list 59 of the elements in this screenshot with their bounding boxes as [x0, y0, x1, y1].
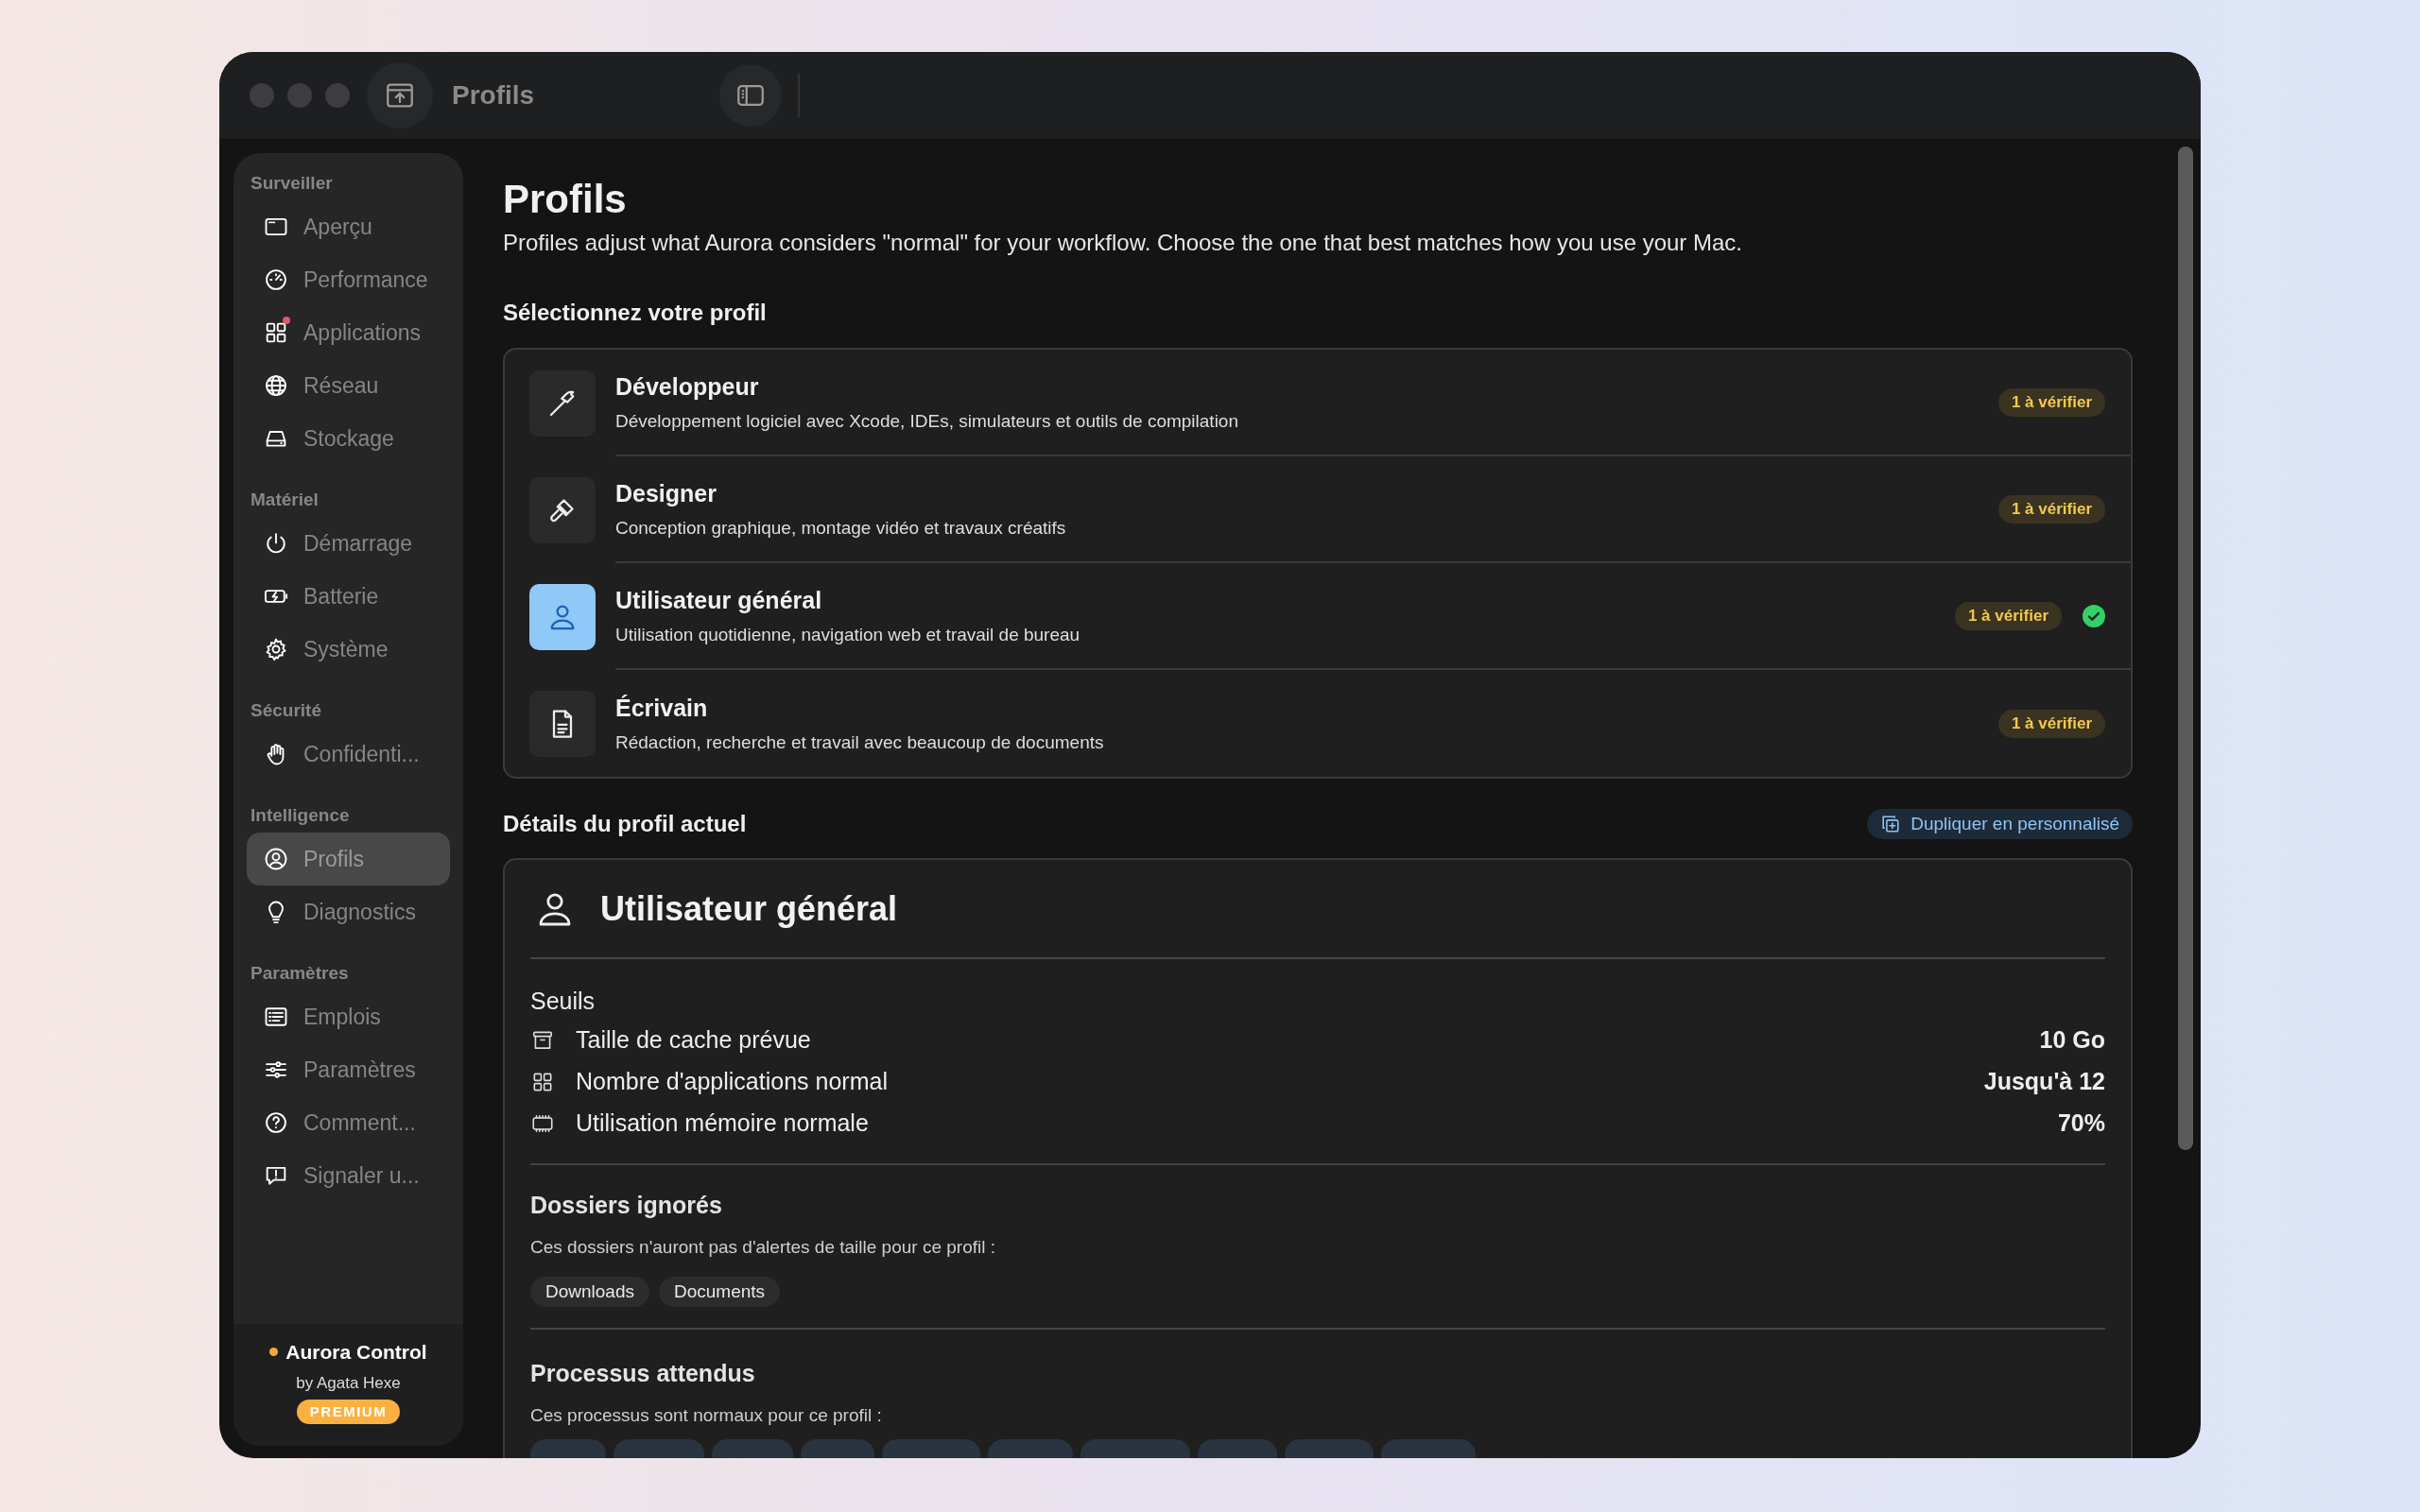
- sidebar-section-title: Sécurité: [251, 698, 321, 722]
- page-title: Profils: [503, 176, 628, 223]
- threshold-value: 70%: [2057, 1108, 2105, 1138]
- sidebar-item[interactable]: Paramètres: [247, 1043, 450, 1096]
- sidebar-item[interactable]: Système: [247, 623, 450, 676]
- sidebar-item[interactable]: Applications: [247, 306, 450, 359]
- profile-name: Développeur: [615, 371, 760, 402]
- section-heading: Sélectionnez votre profil: [503, 299, 768, 327]
- sidebar-section-title: Surveiller: [251, 171, 333, 195]
- sidebar-item[interactable]: Batterie: [247, 570, 450, 623]
- profile-name: Utilisateur général: [615, 585, 823, 615]
- sidebar-section-title: Intelligence: [251, 803, 350, 827]
- profile-row[interactable]: Utilisateur général Utilisation quotidienne, navigation web et travail de bureau 1 à vérifier: [505, 563, 2131, 670]
- page-subtitle: Profiles adjust what Aurora considers "normal" for your workflow. Choose the one that best matches how you use your Mac.: [503, 229, 1743, 257]
- profile-description: Utilisation quotidienne, navigation web et travail de bureau: [615, 624, 1081, 646]
- threshold-label: Nombre d'applications normal: [576, 1066, 889, 1096]
- sidebar-item[interactable]: Comment...: [247, 1096, 450, 1149]
- sidebar-section-title: Paramètres: [251, 961, 349, 985]
- profile-name: Écrivain: [615, 693, 709, 723]
- sidebar-item[interactable]: Confidenti...: [247, 728, 450, 781]
- profile-description: Développement logiciel avec Xcode, IDEs, simulateurs et outils de compilation: [615, 410, 1239, 433]
- folder-tag: Downloads: [530, 1276, 649, 1307]
- window-title: Profils: [452, 79, 535, 112]
- subsection-heading: Dossiers ignorés: [530, 1190, 723, 1220]
- profile-row[interactable]: Designer Conception graphique, montage vidéo et travaux créatifs 1 à vérifier: [505, 456, 2131, 563]
- section-heading: Détails du profil actuel: [503, 810, 747, 838]
- subsection-heading: Seuils: [530, 987, 596, 1016]
- app-name: Aurora Control: [285, 1340, 427, 1365]
- threshold-label: Taille de cache prévue: [576, 1024, 812, 1055]
- sidebar-item[interactable]: Aperçu: [247, 200, 450, 253]
- sidebar-item[interactable]: Profils: [247, 833, 450, 885]
- folder-tag: Documents: [659, 1276, 781, 1307]
- subsection-description: Ces dossiers n'auront pas d'alertes de taille pour ce profil :: [530, 1236, 996, 1259]
- profile-name: Designer: [615, 478, 717, 508]
- profile-description: Conception graphique, montage vidéo et travaux créatifs: [615, 517, 1067, 540]
- profile-title: Utilisateur général: [600, 887, 898, 930]
- review-badge: 1 à vérifier: [1997, 709, 2105, 738]
- subsection-description: Ces processus sont normaux pour ce profil :: [530, 1404, 883, 1427]
- duplicate-button[interactable]: Dupliquer en personnalisé: [1867, 809, 2133, 839]
- sidebar-item[interactable]: Performance: [247, 253, 450, 306]
- sidebar-item[interactable]: Emplois: [247, 990, 450, 1043]
- sidebar-item[interactable]: Stockage: [247, 412, 450, 465]
- review-badge: 1 à vérifier: [1997, 494, 2105, 524]
- threshold-label: Utilisation mémoire normale: [576, 1108, 870, 1138]
- sidebar-item[interactable]: Démarrage: [247, 517, 450, 570]
- subsection-heading: Processus attendus: [530, 1358, 756, 1388]
- sidebar-section-title: Matériel: [251, 488, 319, 511]
- threshold-value: 10 Go: [2039, 1024, 2105, 1055]
- premium-badge: PREMIUM: [296, 1400, 401, 1424]
- sidebar-item[interactable]: Signaler u...: [247, 1149, 450, 1202]
- sidebar-item[interactable]: Diagnostics: [247, 885, 450, 938]
- profile-description: Rédaction, recherche et travail avec beaucoup de documents: [615, 731, 1105, 754]
- profile-row[interactable]: Écrivain Rédaction, recherche et travail avec beaucoup de documents 1 à vérifier: [505, 670, 2131, 777]
- review-badge: 1 à vérifier: [1997, 387, 2105, 417]
- author-text: by Agata Hexe: [296, 1372, 401, 1394]
- threshold-value: Jusqu'à 12: [1983, 1066, 2105, 1096]
- review-badge: 1 à vérifier: [1954, 601, 2062, 630]
- profile-row[interactable]: Développeur Développement logiciel avec Xcode, IDEs, simulateurs et outils de compilation 1 à vérifier: [505, 350, 2131, 456]
- sidebar-item[interactable]: Réseau: [247, 359, 450, 412]
